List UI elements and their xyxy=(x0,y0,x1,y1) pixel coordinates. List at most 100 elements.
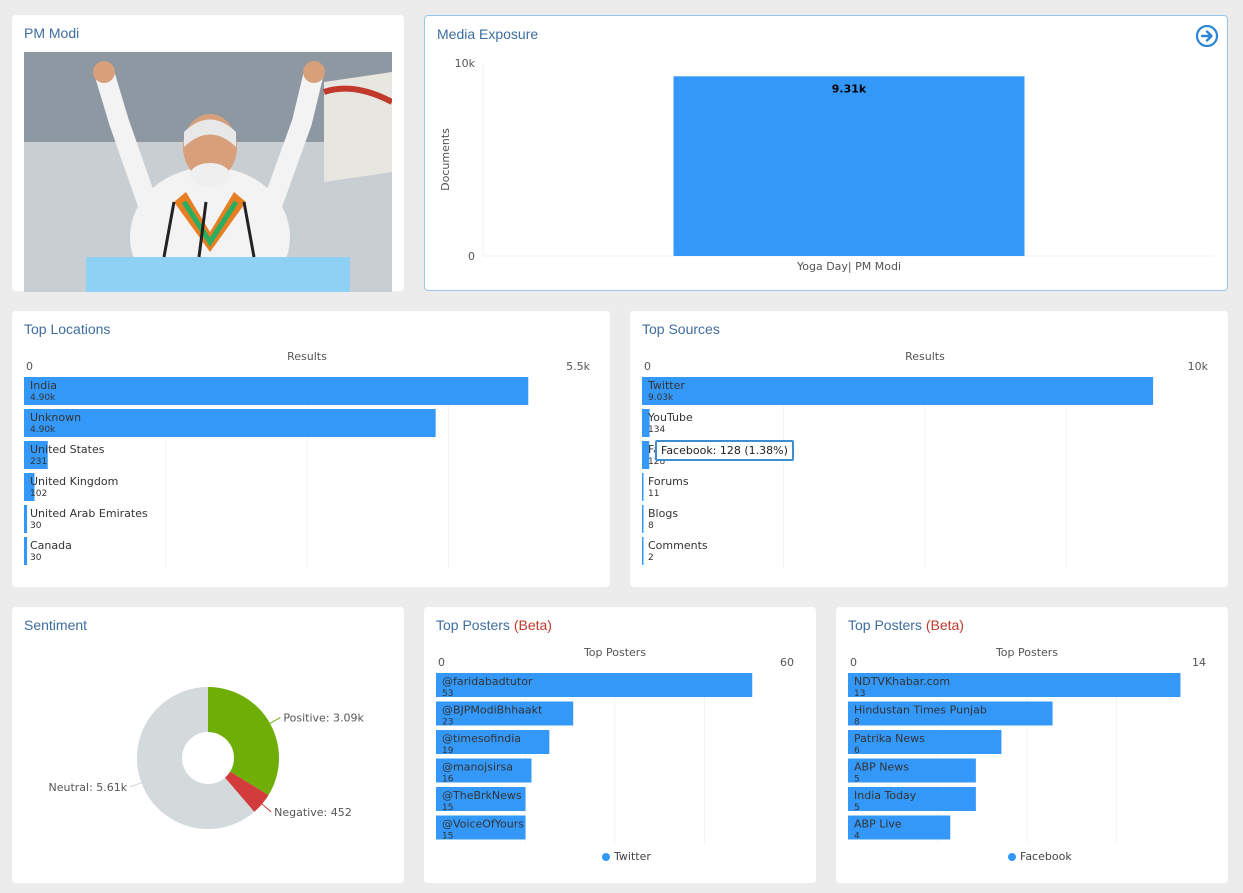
bar-category-label: @timesofindia xyxy=(442,732,521,745)
media-exposure-card: Media Exposure 10k 0 Documents 9.31k Yoga Da… xyxy=(424,15,1228,291)
bar xyxy=(673,76,1025,256)
bar-value-label: 4.90k xyxy=(30,393,56,403)
bar-category-label: NDTVKhabar.com xyxy=(854,675,950,688)
y-tick-label: 10k xyxy=(455,57,476,70)
bar-value-label: 11 xyxy=(648,489,659,499)
bar-value-label: 8 xyxy=(854,718,860,728)
bar-value-label: 15 xyxy=(442,832,453,842)
axis-title: Results xyxy=(287,350,327,363)
bar-category-label: India Today xyxy=(854,789,917,802)
bar-category-label: Canada xyxy=(30,539,72,552)
bar-category-label: United States xyxy=(30,443,105,456)
bar-category-label: @VoiceOfYours xyxy=(442,818,524,831)
bar-category-label: Patrika News xyxy=(854,732,925,745)
top-posters-twitter-card: Top Posters (Beta) Top Posters 0 60 @farida… xyxy=(424,607,816,883)
chart-legend[interactable]: Facebook xyxy=(1008,850,1072,863)
axis-title: Top Posters xyxy=(995,646,1058,659)
bar-value-label: 2 xyxy=(648,553,654,563)
bar xyxy=(24,505,28,533)
bar-value-label: 16 xyxy=(442,775,454,785)
bar-value-label: 134 xyxy=(648,425,665,435)
bar-value-label: 23 xyxy=(442,718,453,728)
x-tick-label: 10k xyxy=(1188,360,1209,373)
y-axis-label: Documents xyxy=(439,128,452,191)
bar xyxy=(642,473,644,501)
top-locations-chart: Results0 5.5kIndia4.90kUnknown4.90kUnited… xyxy=(24,350,591,569)
legend-dot xyxy=(1008,852,1016,861)
top-posters-facebook-chart: Top Posters 0 14 NDTVKhabar.com13 Hindustan … xyxy=(848,646,1206,844)
bar-value-label: 8 xyxy=(648,521,654,531)
bar xyxy=(642,537,644,565)
bar-value-label: 4 xyxy=(854,832,860,842)
bar-value-label: 231 xyxy=(30,457,47,467)
bar-category-label: YouTube xyxy=(647,411,693,424)
bar-category-label: Blogs xyxy=(648,507,678,520)
bar-category-label: Twitter xyxy=(647,379,685,392)
bar-value-label: 5 xyxy=(854,775,860,785)
top-locations-card: Top Locations Results 0 5.5k India 4.90k Unkn… xyxy=(12,311,610,587)
bar xyxy=(24,377,529,405)
bar-value-label: 30 xyxy=(30,521,42,531)
bar-category-label: Hindustan Times Punjab xyxy=(854,704,987,717)
axis-title: Top Posters xyxy=(583,646,646,659)
bar-value-label: 4.90k xyxy=(30,425,56,435)
legend-label: Twitter xyxy=(614,850,651,863)
legend-dot xyxy=(602,852,610,861)
pie-leader-line xyxy=(267,717,281,725)
bar xyxy=(642,505,644,533)
bar-value-label: 6 xyxy=(854,746,860,756)
card-title: PM Modi xyxy=(24,25,80,41)
x-tick-label: 0 xyxy=(850,656,857,669)
x-tick-label: 14 xyxy=(1192,656,1206,669)
chart-legend[interactable]: Twitter xyxy=(602,850,651,863)
pie-slice-label: Positive: 3.09k xyxy=(283,711,364,724)
bar-category-label: India xyxy=(30,379,57,392)
top-posters-twitter-chart: Top Posters 0 60 @faridabadtutor53 @BJPModiB… xyxy=(436,646,794,844)
bar-value-label: 30 xyxy=(30,553,42,563)
x-tick-label: 60 xyxy=(780,656,794,669)
bar-category-label: Forums xyxy=(648,475,689,488)
bar-value-label: 102 xyxy=(30,489,47,499)
bar-category-label: ABP News xyxy=(854,761,909,774)
bar-category-label: Unknown xyxy=(30,411,81,424)
bar-value-label: 13 xyxy=(854,689,865,699)
bar-category-label: @TheBrkNews xyxy=(442,789,522,802)
pm-modi-card: PM Modi xyxy=(12,15,404,292)
bar-category-label: @BJPModiBhhaakt xyxy=(442,704,543,717)
x-tick-label: 5.5k xyxy=(566,360,590,373)
bar-value-label: 15 xyxy=(442,803,453,813)
bar xyxy=(642,377,1154,405)
media-exposure-chart: 10k 0 Documents 9.31k Yoga Day| PM Modi xyxy=(439,57,1215,273)
bar-category-label: @faridabadtutor xyxy=(442,675,533,688)
sentiment-donut-chart: Positive: 3.09k Negative: 452 Neutral: 5.6… xyxy=(49,687,365,829)
bar xyxy=(24,537,28,565)
pie-leader-line xyxy=(260,802,272,813)
x-tick-label: 0 xyxy=(644,360,651,373)
x-tick-label: 0 xyxy=(26,360,33,373)
top-posters-facebook-card: Top Posters (Beta) Top Posters 0 14 NDTVKha… xyxy=(836,607,1228,883)
bar xyxy=(24,409,436,437)
legend-label: Facebook xyxy=(1020,850,1072,863)
bar-category-label: @manojsirsa xyxy=(442,761,513,774)
bar-category-label: ABP Live xyxy=(854,818,902,831)
bar-category-label: United Arab Emirates xyxy=(30,507,148,520)
chart-tooltip: Facebook: 128 (1.38%) xyxy=(655,440,794,461)
pie-leader-line xyxy=(129,781,144,788)
bar-value-label: 53 xyxy=(442,689,453,699)
bar-value-label: 9.31k xyxy=(832,82,867,95)
bar-category-label: United Kingdom xyxy=(30,475,118,488)
sentiment-card: Sentiment Positive: 3.09k Negative: 452 Ne… xyxy=(12,607,404,883)
y-tick-label: 0 xyxy=(468,250,475,263)
axis-title: Results xyxy=(905,350,945,363)
bar-category-label: Comments xyxy=(648,539,708,552)
top-sources-card: Top Sources Results 0 10k Twitter 9.03k YouTu… xyxy=(630,311,1228,587)
bar-value-label: 9.03k xyxy=(648,393,674,403)
pie-slice xyxy=(208,687,279,796)
x-tick-label: Yoga Day| PM Modi xyxy=(796,260,901,273)
bar-value-label: 5 xyxy=(854,803,860,813)
pie-slice-label: Neutral: 5.61k xyxy=(49,781,128,794)
bar-value-label: 19 xyxy=(442,746,454,756)
pie-slice-label: Negative: 452 xyxy=(274,806,352,819)
x-tick-label: 0 xyxy=(438,656,445,669)
profile-photo xyxy=(24,52,392,292)
